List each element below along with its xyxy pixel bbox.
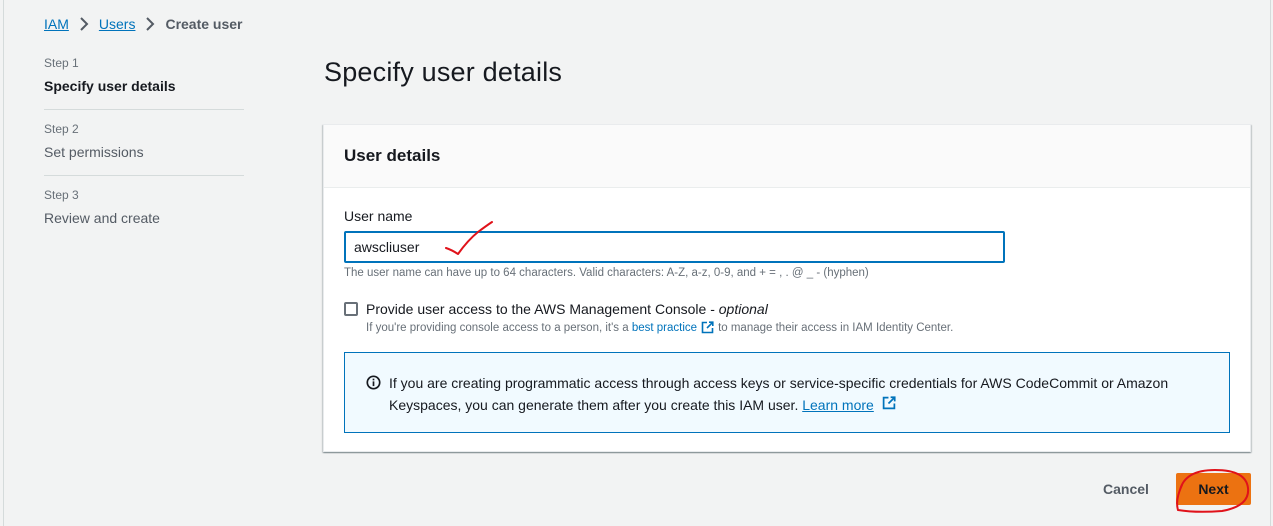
user-details-container: User details User name The user name can… (323, 124, 1251, 452)
console-desc-suffix: to manage their access in IAM Identity C… (718, 321, 954, 334)
page-left-border (3, 0, 4, 526)
step-number: Step 1 (44, 56, 79, 70)
username-constraint-text: The user name can have up to 64 characte… (344, 267, 869, 279)
info-alert-text: If you are creating programmatic access … (389, 375, 1169, 413)
page-right-border (1270, 0, 1271, 526)
next-button[interactable]: Next (1176, 473, 1251, 505)
breadcrumb-current: Create user (165, 16, 243, 32)
optional-tag: optional (718, 301, 768, 317)
breadcrumb: IAM Users Create user (44, 14, 243, 34)
card-title: User details (344, 146, 441, 165)
step-number: Step 2 (44, 122, 79, 136)
step-title: Review and create (44, 210, 160, 226)
breadcrumb-users-link[interactable]: Users (99, 16, 136, 32)
chevron-right-icon (145, 17, 155, 31)
username-label: User name (344, 208, 413, 224)
page-title: Specify user details (324, 57, 563, 87)
card-header: User details (324, 125, 1250, 188)
best-practice-link[interactable]: best practice (632, 322, 697, 334)
console-desc-prefix: If you're providing console access to a … (366, 321, 629, 334)
username-input[interactable] (344, 231, 1005, 263)
step-title: Specify user details (44, 78, 176, 94)
external-link-icon[interactable] (701, 321, 714, 334)
step-title: Set permissions (44, 144, 144, 160)
chevron-right-icon (79, 17, 89, 31)
external-link-icon[interactable] (882, 396, 896, 410)
wizard-step-3: Step 3 Review and create (44, 188, 244, 241)
learn-more-link[interactable]: Learn more (802, 397, 874, 413)
info-alert: If you are creating programmatic access … (344, 352, 1230, 433)
info-icon (366, 374, 381, 396)
console-access-label[interactable]: Provide user access to the AWS Managemen… (366, 301, 768, 317)
console-access-description: If you're providing console access to a … (366, 321, 953, 334)
wizard-step-1: Step 1 Specify user details (44, 56, 244, 110)
console-access-label-text: Provide user access to the AWS Managemen… (366, 301, 719, 317)
console-access-checkbox[interactable] (344, 302, 358, 316)
breadcrumb-iam-link[interactable]: IAM (44, 16, 69, 32)
wizard-steps: Step 1 Specify user details Step 2 Set p… (44, 56, 244, 253)
wizard-step-2: Step 2 Set permissions (44, 122, 244, 176)
cancel-button[interactable]: Cancel (1092, 473, 1160, 505)
step-number: Step 3 (44, 188, 79, 202)
